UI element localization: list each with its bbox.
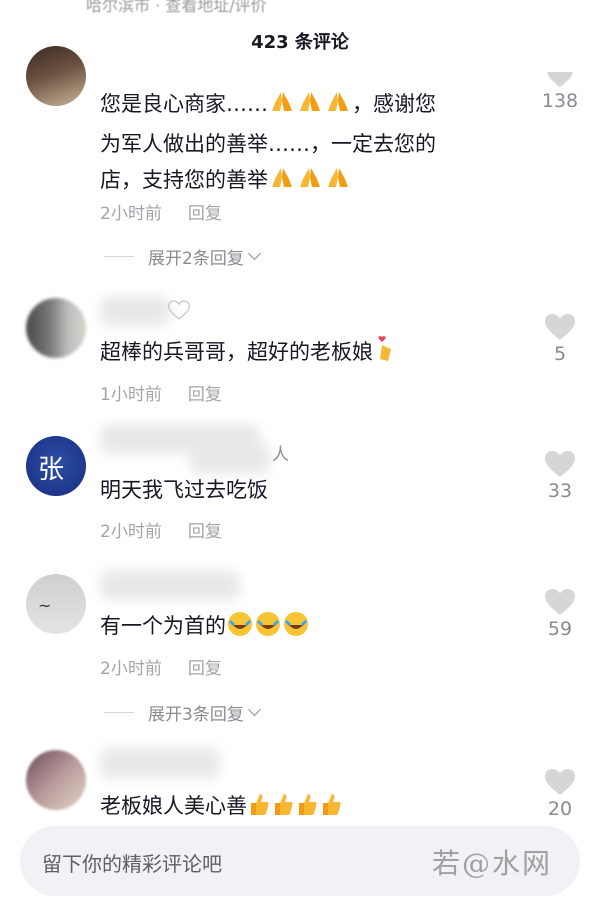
- expand-replies-button[interactable]: 展开2条回复: [104, 244, 261, 269]
- like-button[interactable]: 5: [538, 313, 582, 365]
- chevron-down-icon: [247, 247, 261, 261]
- comment-text: 超棒的兵哥哥，超好的老板娘: [100, 334, 510, 374]
- username-redacted: [100, 296, 170, 326]
- like-button[interactable]: 20: [538, 768, 582, 818]
- pray-emoji: [325, 89, 351, 126]
- laugh-cry-emoji: [255, 611, 281, 648]
- username-redacted: [190, 444, 270, 474]
- thumbs-up-emoji: [296, 791, 318, 820]
- like-count: 59: [547, 618, 573, 640]
- comment-meta: 2小时前 回复: [100, 654, 222, 679]
- laugh-cry-emoji: [227, 611, 253, 648]
- reply-button[interactable]: 回复: [188, 385, 222, 405]
- laugh-cry-emoji: [283, 611, 309, 648]
- username[interactable]: 人: [272, 440, 289, 465]
- comment-input-placeholder: 留下你的精彩评论吧: [42, 852, 222, 876]
- heart-icon: [544, 64, 576, 88]
- comment-count-title: 423 条评论: [251, 32, 349, 53]
- heart-icon: [545, 589, 575, 615]
- location-line[interactable]: 哈尔滨市 · 查看地址/评价: [86, 0, 267, 16]
- avatar-calligraphy: 张: [38, 455, 65, 485]
- comment-time: 2小时前: [100, 659, 162, 679]
- username-redacted: [100, 748, 220, 778]
- reply-button[interactable]: 回复: [188, 522, 222, 542]
- comment-meta: 2小时前 回复: [100, 199, 222, 224]
- comment-time: 2小时前: [100, 204, 162, 224]
- comment-meta: 2小时前 回复: [100, 517, 222, 542]
- avatar[interactable]: 张: [26, 436, 86, 496]
- comment-text: 有一个为首的: [100, 608, 510, 648]
- comment-time: 1小时前: [100, 385, 162, 405]
- comment-text: 明天我飞过去吃饭: [100, 478, 268, 502]
- avatar[interactable]: [26, 298, 86, 358]
- like-count: 20: [547, 798, 573, 818]
- heart-icon: [545, 451, 575, 477]
- reply-button[interactable]: 回复: [188, 204, 222, 224]
- expand-replies-label: 展开2条回复: [148, 249, 244, 269]
- comment-text: 老板娘人美心善: [100, 788, 510, 820]
- heart-outline-icon: [167, 300, 191, 320]
- like-count: 33: [547, 480, 573, 502]
- thumbs-up-emoji: [272, 791, 294, 820]
- comment-meta: 1小时前 回复: [100, 380, 222, 405]
- expand-replies-button[interactable]: 展开3条回复: [104, 700, 261, 725]
- like-count: 138: [541, 90, 579, 112]
- finger-heart-emoji: [374, 335, 396, 374]
- like-button[interactable]: 138: [538, 64, 582, 112]
- pray-emoji: [297, 89, 323, 126]
- like-button[interactable]: 59: [538, 588, 582, 640]
- pray-emoji: [297, 165, 323, 202]
- thumbs-up-emoji: [248, 791, 270, 820]
- pray-emoji: [269, 89, 295, 126]
- divider: [104, 712, 134, 713]
- avatar-handwriting: ~: [38, 596, 52, 615]
- like-count: 5: [553, 343, 567, 365]
- avatar[interactable]: [26, 46, 86, 106]
- username[interactable]: [167, 300, 191, 325]
- thumbs-up-emoji: [320, 791, 342, 820]
- pray-emoji: [325, 165, 351, 202]
- avatar[interactable]: ~: [26, 574, 86, 634]
- heart-icon: [545, 314, 575, 340]
- heart-icon: [545, 769, 575, 795]
- comment-time: 2小时前: [100, 522, 162, 542]
- avatar[interactable]: [26, 750, 86, 810]
- watermark: 若@水网: [432, 847, 553, 880]
- pray-emoji: [269, 165, 295, 202]
- comment-text: 您是良心商家…… ，感谢您 为军人做出的善举……，一定去您的 店，支持您的善举: [100, 86, 510, 202]
- chevron-down-icon: [247, 703, 261, 717]
- expand-replies-label: 展开3条回复: [148, 705, 244, 725]
- divider: [104, 256, 134, 257]
- like-button[interactable]: 33: [538, 450, 582, 502]
- reply-button[interactable]: 回复: [188, 659, 222, 679]
- username-redacted: [100, 570, 240, 600]
